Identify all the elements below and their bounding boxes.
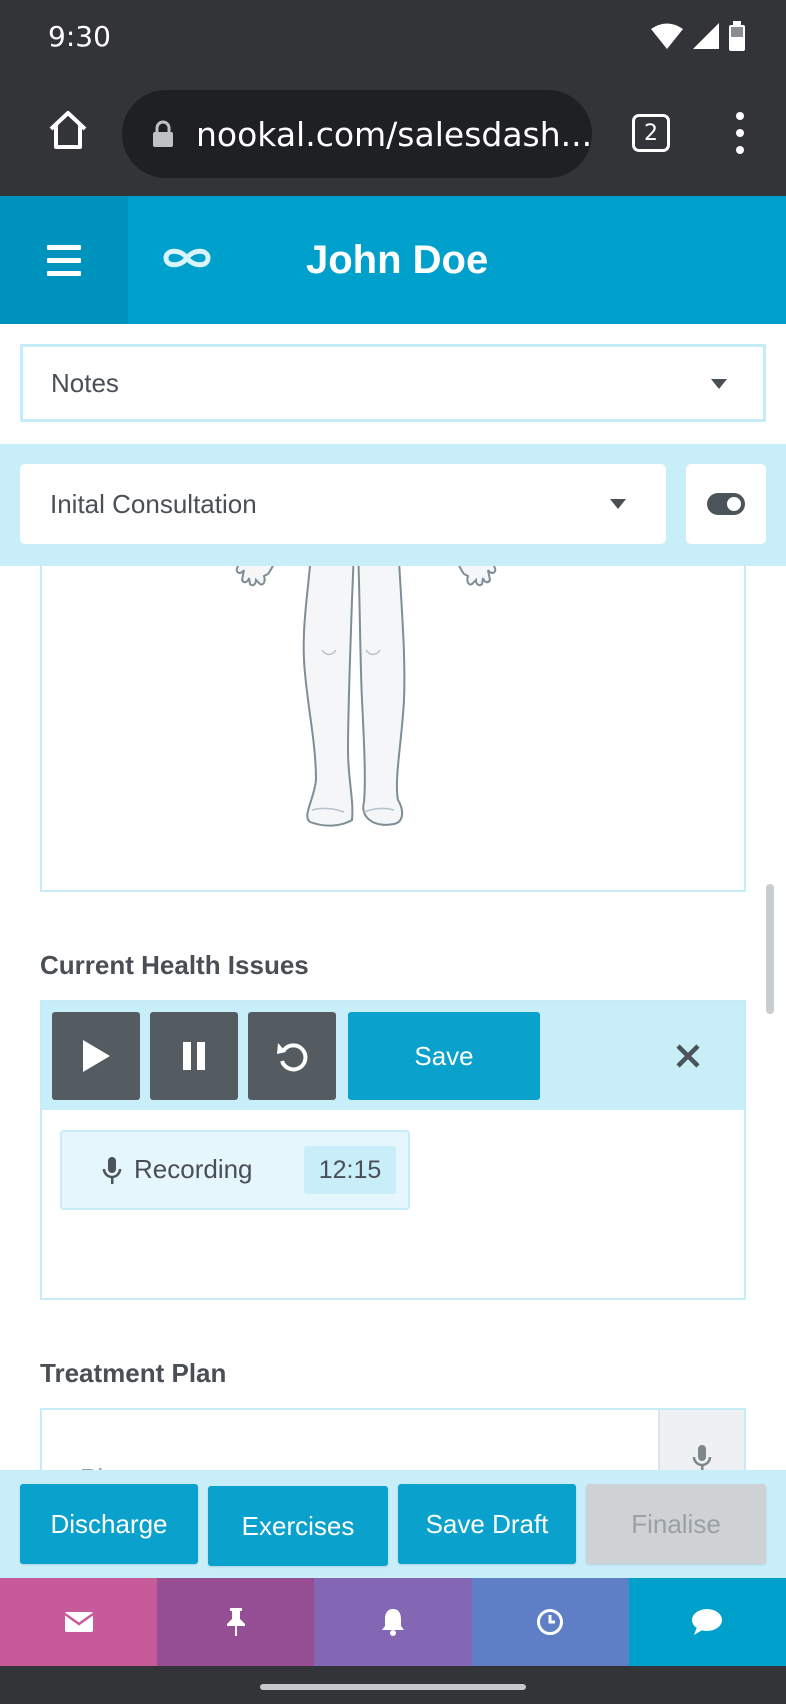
chat-nav-button[interactable] (628, 1578, 786, 1666)
current-health-issues-label: Current Health Issues (40, 950, 309, 980)
status-bar: 9:30 (0, 0, 786, 78)
undo-icon (277, 1043, 308, 1072)
status-time: 9:30 (48, 20, 111, 53)
consultation-type-value: Inital Consultation (50, 488, 257, 519)
body-chart[interactable] (40, 540, 746, 892)
play-button[interactable] (52, 1012, 140, 1100)
recording-timer: 12:15 (304, 1146, 396, 1194)
chat-icon (692, 1609, 723, 1635)
bottom-nav (0, 1578, 786, 1666)
recording-indicator: Recording 12:15 (60, 1130, 410, 1210)
status-icons (650, 20, 746, 52)
pause-icon (183, 1042, 205, 1070)
browser-toolbar: nookal.com/salesdash... 2 (0, 78, 786, 196)
home-button[interactable] (40, 102, 96, 158)
microphone-icon (102, 1156, 122, 1191)
messages-nav-button[interactable] (0, 1578, 158, 1666)
patient-name: John Doe (306, 238, 489, 282)
url-text: nookal.com/salesdash... (196, 114, 593, 154)
play-icon (83, 1040, 110, 1072)
close-icon (676, 1044, 700, 1068)
tab-switcher-button[interactable]: 2 (632, 114, 670, 152)
toggle-icon (707, 493, 745, 515)
notes-dropdown-value: Notes (51, 367, 119, 398)
current-health-issues-field[interactable]: Save Recording 12:15 (40, 1000, 746, 1300)
action-bar: Discharge Exercises Save Draft Finalise (0, 1470, 786, 1578)
pin-icon (226, 1608, 245, 1636)
wifi-icon (651, 23, 683, 49)
treatment-plan-label: Treatment Plan (40, 1358, 227, 1388)
consultation-bar: Inital Consultation (0, 444, 786, 566)
finalise-button[interactable]: Finalise (586, 1484, 766, 1564)
hamburger-menu-button[interactable] (0, 196, 128, 324)
chevron-down-icon (711, 379, 727, 389)
bell-icon (382, 1609, 404, 1636)
home-icon (49, 111, 87, 149)
envelope-icon (63, 1612, 94, 1632)
screen: 9:30 nookal.com/salesdash... 2 John Doe … (0, 0, 786, 1704)
pause-button[interactable] (150, 1012, 238, 1100)
save-recording-button[interactable]: Save (348, 1012, 540, 1100)
signal-icon (693, 23, 719, 49)
view-toggle-button[interactable] (686, 464, 766, 544)
history-nav-button[interactable] (471, 1578, 629, 1666)
page-scrollbar[interactable] (766, 884, 774, 1014)
notifications-nav-button[interactable] (314, 1578, 472, 1666)
save-draft-button[interactable]: Save Draft (398, 1484, 576, 1564)
close-recorder-button[interactable] (668, 1036, 708, 1076)
reset-button[interactable] (248, 1012, 336, 1100)
lock-icon (152, 120, 174, 148)
app-header: John Doe (0, 196, 786, 324)
system-nav-bar (0, 1666, 786, 1704)
pinned-nav-button[interactable] (157, 1578, 315, 1666)
recorder-toolbar: Save (42, 1002, 744, 1110)
notes-dropdown[interactable]: Notes (20, 344, 766, 422)
infinity-logo[interactable] (160, 236, 214, 285)
exercises-button[interactable]: Exercises (208, 1486, 388, 1566)
discharge-button[interactable]: Discharge (20, 1484, 198, 1564)
chevron-down-icon (610, 499, 626, 509)
consultation-type-dropdown[interactable]: Inital Consultation (20, 464, 666, 544)
battery-icon (729, 21, 745, 51)
recording-label: Recording (134, 1154, 253, 1184)
gesture-handle[interactable] (260, 1684, 526, 1690)
browser-menu-button[interactable] (726, 108, 754, 158)
address-bar[interactable]: nookal.com/salesdash... (122, 90, 592, 178)
clock-icon (537, 1609, 564, 1635)
